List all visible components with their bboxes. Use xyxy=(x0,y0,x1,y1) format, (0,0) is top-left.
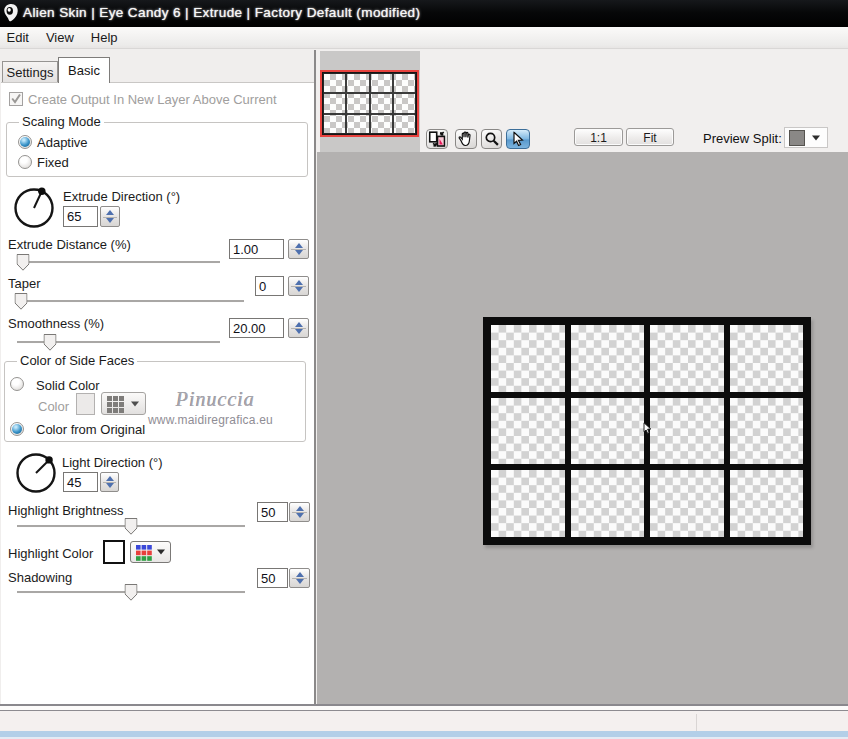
tab-strip: Settings Basic xyxy=(0,50,314,82)
color-palette-grid-icon xyxy=(136,545,152,561)
watermark-name: Pinuccia xyxy=(176,388,258,411)
pan-tool-button[interactable] xyxy=(455,129,477,149)
tab-basic[interactable]: Basic xyxy=(58,57,110,83)
palette-grid-icon xyxy=(107,396,124,413)
extrude-direction-label: Extrude Direction (°) xyxy=(63,189,180,204)
preview-canvas[interactable] xyxy=(317,152,848,704)
toggle-original-icon xyxy=(429,131,446,147)
navigator-thumbnail[interactable] xyxy=(320,70,419,137)
shadowing-label: Shadowing xyxy=(8,570,72,585)
application-window: Alien Skin | Eye Candy 6 | Extrude | Fac… xyxy=(0,0,848,739)
pan-hand-icon xyxy=(458,131,475,147)
menu-view[interactable]: View xyxy=(37,27,82,48)
watermark-url: www.maidiregrafica.eu xyxy=(148,413,273,427)
pointer-tool-button[interactable] xyxy=(506,129,530,149)
zoom-icon xyxy=(484,132,499,147)
highlight-brightness-label: Highlight Brightness xyxy=(8,503,124,518)
shadowing-slider[interactable] xyxy=(17,591,245,593)
smoothness-slider[interactable] xyxy=(17,341,220,343)
extrude-direction-spinner[interactable] xyxy=(100,206,120,227)
extrude-distance-field[interactable]: 1.00 xyxy=(229,239,284,259)
color-label: Color xyxy=(38,399,69,414)
adaptive-label: Adaptive xyxy=(37,135,88,150)
taper-spinner[interactable] xyxy=(288,276,309,296)
toggle-original-button[interactable] xyxy=(426,129,448,149)
smoothness-field[interactable]: 20.00 xyxy=(229,318,284,338)
light-direction-field[interactable]: 45 xyxy=(63,472,98,492)
status-bar xyxy=(0,704,848,739)
taper-slider[interactable] xyxy=(17,300,244,302)
menu-bar: Edit View Help xyxy=(0,27,848,49)
statusbar-separator xyxy=(696,714,697,731)
create-output-checkbox[interactable] xyxy=(9,92,23,106)
highlight-brightness-spinner[interactable] xyxy=(289,502,310,522)
shadowing-field[interactable]: 50 xyxy=(257,568,288,588)
tab-settings[interactable]: Settings xyxy=(2,61,58,82)
extrude-direction-field[interactable]: 65 xyxy=(63,206,98,227)
highlight-brightness-thumb[interactable] xyxy=(125,518,138,535)
window-title: Alien Skin | Eye Candy 6 | Extrude | Fac… xyxy=(23,5,420,20)
extrude-direction-dial[interactable] xyxy=(12,186,56,230)
statusbar-border2 xyxy=(0,710,848,711)
solid-color-radio[interactable] xyxy=(10,377,24,391)
shadowing-spinner[interactable] xyxy=(289,568,310,588)
extrude-distance-slider[interactable] xyxy=(17,261,220,263)
app-icon xyxy=(2,3,20,23)
solid-color-dropdown[interactable] xyxy=(101,392,146,415)
highlight-brightness-slider[interactable] xyxy=(17,525,245,527)
highlight-color-swatch[interactable] xyxy=(103,540,125,564)
scaling-mode-group: Scaling Mode Adaptive Fixed xyxy=(6,122,308,177)
smoothness-label: Smoothness (%) xyxy=(8,316,104,331)
light-direction-spinner[interactable] xyxy=(100,472,119,492)
taper-field[interactable]: 0 xyxy=(255,276,284,296)
highlight-color-dropdown[interactable] xyxy=(130,541,171,563)
adaptive-radio[interactable] xyxy=(18,135,32,149)
pointer-icon xyxy=(512,132,524,147)
preview-split-swatch xyxy=(789,130,805,146)
navigator-image xyxy=(322,72,417,135)
dropdown-arrow-icon xyxy=(812,135,820,140)
fit-button[interactable]: Fit xyxy=(626,128,674,146)
title-bar[interactable]: Alien Skin | Eye Candy 6 | Extrude | Fac… xyxy=(0,0,848,27)
light-direction-dial[interactable] xyxy=(14,451,58,495)
smoothness-thumb[interactable] xyxy=(44,334,57,351)
smoothness-spinner[interactable] xyxy=(288,318,309,338)
check-icon xyxy=(10,93,22,105)
menu-edit[interactable]: Edit xyxy=(0,27,37,48)
solid-color-swatch[interactable] xyxy=(76,393,95,415)
menu-help[interactable]: Help xyxy=(82,27,126,48)
scaling-mode-title: Scaling Mode xyxy=(19,114,104,129)
create-output-label: Create Output In New Layer Above Current xyxy=(28,92,277,107)
mouse-cursor-icon xyxy=(643,422,652,435)
fixed-label: Fixed xyxy=(37,155,69,170)
color-from-original-label: Color from Original xyxy=(36,422,145,437)
settings-panel: Settings Basic Create Output In New Laye… xyxy=(0,50,317,704)
color-from-original-radio[interactable] xyxy=(10,422,24,436)
highlight-color-label: Highlight Color xyxy=(8,546,93,561)
extrude-distance-thumb[interactable] xyxy=(17,254,30,271)
dropdown-arrow-icon xyxy=(157,550,165,555)
extrude-distance-spinner[interactable] xyxy=(288,239,309,259)
side-faces-title: Color of Side Faces xyxy=(17,353,137,368)
preview-split-dropdown[interactable] xyxy=(784,127,828,148)
highlight-brightness-field[interactable]: 50 xyxy=(257,502,288,522)
solid-color-label: Solid Color xyxy=(36,378,100,393)
dropdown-arrow-icon xyxy=(131,401,139,406)
preview-split-label: Preview Split: xyxy=(703,131,782,146)
preview-pane: 1:1 Fit Preview Split: xyxy=(317,50,848,704)
taper-thumb[interactable] xyxy=(15,293,28,310)
light-direction-label: Light Direction (°) xyxy=(62,455,163,470)
panel-divider xyxy=(314,50,316,704)
shadowing-thumb[interactable] xyxy=(125,584,138,601)
taper-label: Taper xyxy=(8,276,41,291)
fixed-radio[interactable] xyxy=(18,155,32,169)
extrude-distance-label: Extrude Distance (%) xyxy=(8,237,131,252)
one-to-one-button[interactable]: 1:1 xyxy=(574,128,623,146)
zoom-tool-button[interactable] xyxy=(481,129,502,149)
